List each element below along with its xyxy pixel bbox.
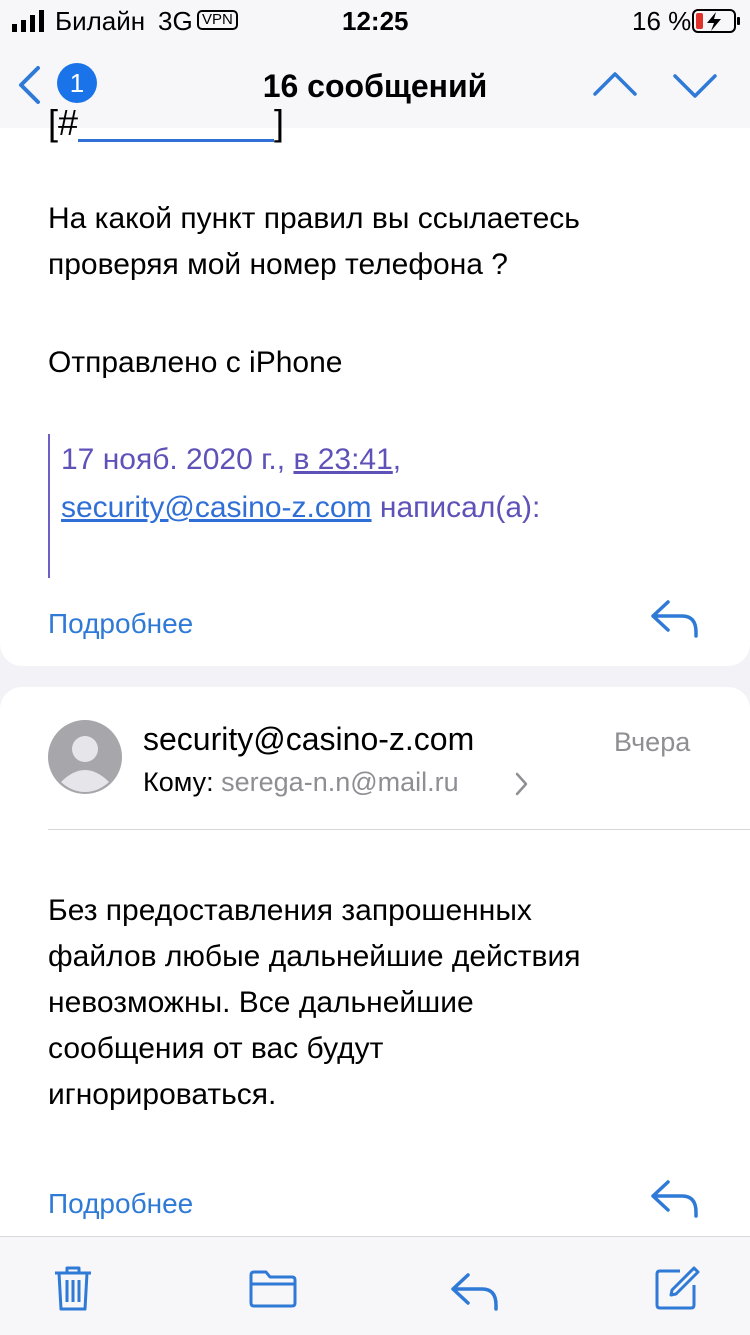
message-signature: Отправлено с iPhone <box>48 346 343 379</box>
battery-icon <box>692 9 740 33</box>
more-link[interactable]: Подробнее <box>48 1188 193 1220</box>
more-link[interactable]: Подробнее <box>48 608 193 640</box>
battery-percent: 16 % <box>632 6 692 36</box>
message-card: [#] На какой пункт правил вы ссылаетесь … <box>0 102 750 666</box>
to-label: Кому: <box>143 767 214 797</box>
chevron-down-icon[interactable] <box>672 70 718 100</box>
message-card: security@casino-z.com Вчера Кому: serega… <box>0 687 750 1247</box>
recipient-address: serega-n.n@mail.ru <box>221 767 459 797</box>
folder-icon[interactable] <box>248 1269 298 1309</box>
carrier-label: Билайн <box>55 6 146 36</box>
compose-icon[interactable] <box>654 1265 700 1311</box>
trash-icon[interactable] <box>52 1265 94 1313</box>
reply-icon[interactable] <box>650 1178 700 1220</box>
ticket-link[interactable] <box>78 109 275 142</box>
signal-icon <box>12 10 44 32</box>
network-label: 3G <box>158 6 193 36</box>
status-bar: Билайн 3G VPN 12:25 16 % <box>0 0 750 44</box>
chevron-up-icon[interactable] <box>592 70 638 100</box>
chevron-right-icon[interactable] <box>514 771 530 797</box>
sender-name[interactable]: security@casino-z.com <box>143 721 474 758</box>
bottom-toolbar <box>0 1236 750 1335</box>
quote-header: 17 нояб. 2020 г., в 23:41, security@casi… <box>61 443 541 524</box>
quote-bar <box>48 434 50 578</box>
reply-icon[interactable] <box>650 598 700 640</box>
avatar <box>48 720 122 794</box>
quote-email-link[interactable]: security@casino-z.com <box>61 491 372 524</box>
vpn-badge: VPN <box>197 10 238 30</box>
divider <box>48 829 750 830</box>
recipient-row[interactable]: Кому: serega-n.n@mail.ru <box>143 767 459 798</box>
message-body: На какой пункт правил вы ссылаетесь пров… <box>48 202 580 281</box>
reply-icon[interactable] <box>450 1271 500 1313</box>
message-body: Без предоставления запрошенных файлов лю… <box>48 894 581 1111</box>
clock: 12:25 <box>342 6 409 36</box>
message-date: Вчера <box>614 727 691 757</box>
quote-time-link[interactable]: в 23:41 <box>293 443 392 476</box>
ticket-reference: [#] <box>48 102 285 143</box>
